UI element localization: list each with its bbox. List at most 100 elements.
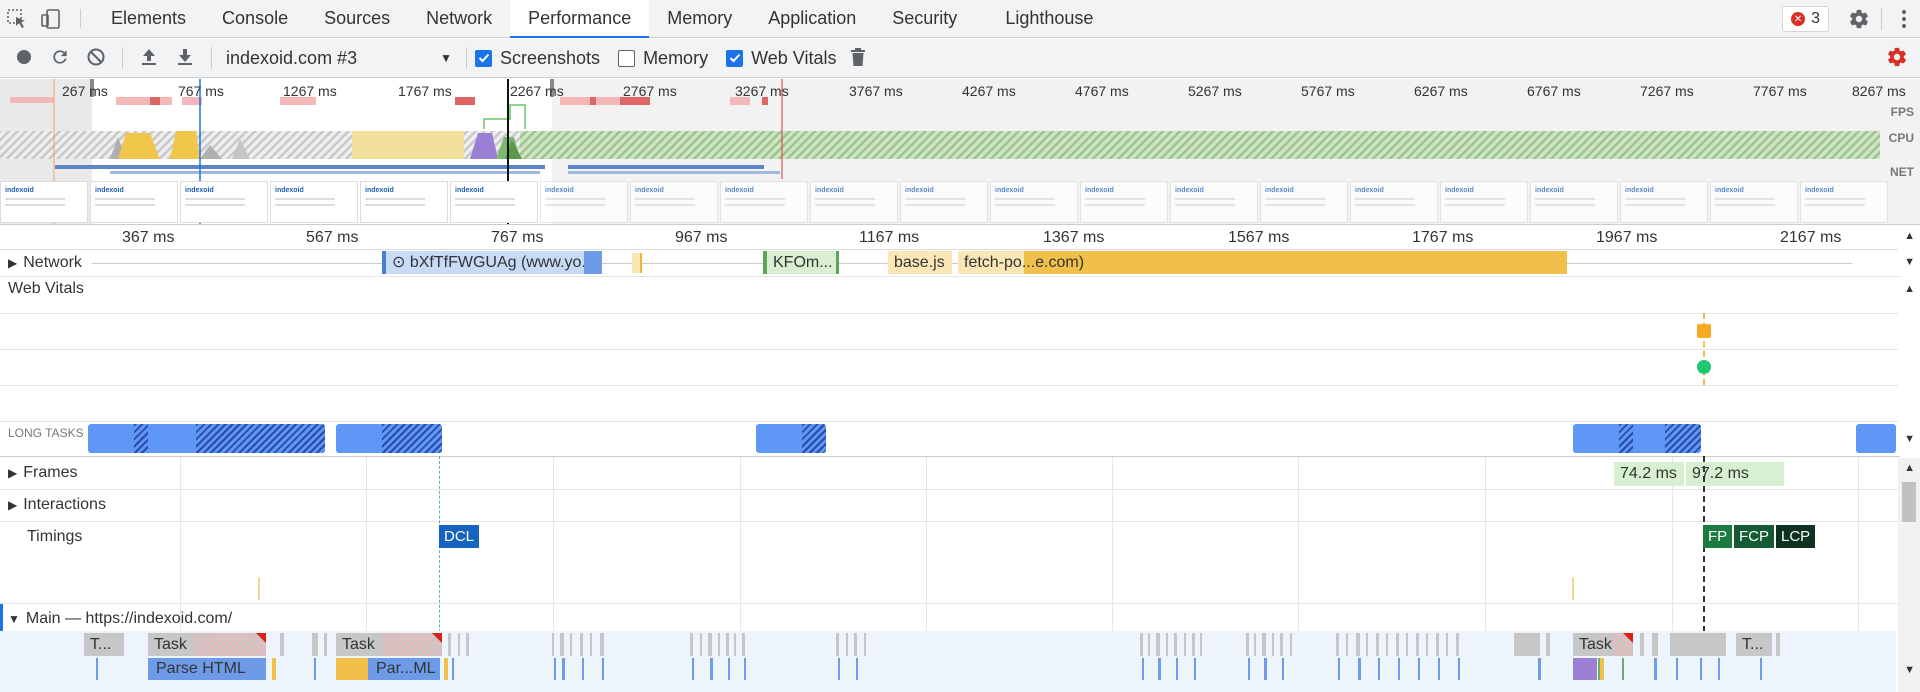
long-task-block[interactable] — [336, 424, 442, 453]
clear-button[interactable] — [78, 39, 114, 78]
track-label: Main — https://indexoid.com/ — [25, 610, 233, 627]
tab-lighthouse[interactable]: Lighthouse — [987, 0, 1111, 37]
scroll-down-icon[interactable]: ▼ — [1904, 433, 1915, 445]
network-track-toggle[interactable]: ▶ Network — [8, 254, 82, 272]
fp-timing[interactable]: FP — [1703, 525, 1733, 548]
flamechart-scrollbar[interactable]: ▲ ▼ — [1898, 458, 1920, 692]
screenshot-thumbnail[interactable]: indexoid — [1170, 181, 1258, 223]
long-task-block[interactable] — [88, 424, 325, 453]
network-request[interactable]: ⊙ bXfTfFWGUAg (www.yo... — [382, 251, 602, 274]
expand-triangle-icon: ▶ — [8, 466, 18, 480]
inspect-element-icon[interactable] — [0, 0, 34, 38]
screenshot-thumbnail[interactable]: indexoid — [450, 181, 538, 223]
fcp-timing[interactable]: FCP — [1734, 525, 1774, 548]
network-request[interactable]: KFOm... — [763, 251, 839, 274]
tab-console[interactable]: Console — [204, 0, 306, 37]
vitals-scrollbar[interactable]: ▲ ▼ — [1898, 277, 1920, 455]
track-divider — [0, 276, 1900, 277]
timeline-overview[interactable]: 267 ms 767 ms 1267 ms 1767 ms 2267 ms 27… — [0, 79, 1920, 225]
frame-block[interactable]: 74.2 ms — [1614, 462, 1684, 486]
network-request[interactable]: base.js — [888, 251, 952, 274]
error-count: 3 — [1811, 10, 1820, 27]
tab-label: Network — [426, 8, 493, 28]
thumbnail-text: indexoid — [905, 187, 934, 194]
scroll-up-icon[interactable]: ▲ — [1904, 230, 1915, 242]
scrollbar-thumb[interactable] — [1902, 482, 1916, 522]
error-icon: ✕ — [1791, 12, 1806, 26]
reload-profile-button[interactable] — [42, 39, 78, 78]
net-label: NET — [1890, 165, 1914, 179]
screenshot-thumbnail[interactable]: indexoid — [540, 181, 628, 223]
profile-select[interactable]: indexoid.com #3 ▼ — [220, 48, 458, 69]
interactions-track-toggle[interactable]: ▶ Interactions — [8, 496, 106, 514]
screenshot-thumbnail[interactable]: indexoid — [0, 181, 88, 223]
lcp-timing[interactable]: LCP — [1776, 525, 1816, 548]
long-task-block[interactable] — [1573, 424, 1701, 453]
track-divider — [0, 521, 1900, 522]
frames-track-toggle[interactable]: ▶ Frames — [8, 464, 77, 482]
download-icon — [176, 47, 194, 70]
network-request[interactable]: fetch-po...e.com) — [958, 251, 1098, 274]
garbage-collect-button[interactable] — [840, 39, 876, 78]
web-vitals-checkbox[interactable]: Web Vitals — [726, 48, 836, 69]
lcp-vital-marker[interactable] — [1697, 324, 1711, 338]
error-count-badge[interactable]: ✕ 3 — [1782, 6, 1829, 32]
network-request-label: KFOm... — [773, 254, 833, 271]
record-icon — [15, 48, 33, 69]
screenshot-thumbnail[interactable]: indexoid — [270, 181, 358, 223]
fps-label: FPS — [1890, 105, 1914, 119]
screenshot-thumbnail[interactable]: indexoid — [630, 181, 718, 223]
fcp-vital-marker[interactable] — [1697, 360, 1711, 374]
screenshot-thumbnail[interactable]: indexoid — [1530, 181, 1618, 223]
tab-application[interactable]: Application — [750, 0, 874, 37]
tab-label: Console — [222, 8, 289, 28]
network-request-small[interactable] — [632, 253, 642, 273]
tab-memory[interactable]: Memory — [649, 0, 750, 37]
record-button[interactable] — [6, 39, 42, 78]
long-tasks-label: LONG TASKS — [8, 426, 84, 440]
main-thread-track-toggle[interactable]: ▼ Main — https://indexoid.com/ — [8, 610, 232, 628]
screenshot-thumbnail[interactable]: indexoid — [1350, 181, 1438, 223]
settings-gear-icon[interactable] — [1843, 0, 1875, 38]
screenshot-thumbnail[interactable]: indexoid — [900, 181, 988, 223]
load-profile-button[interactable] — [131, 39, 167, 78]
more-vertical-icon[interactable] — [1888, 0, 1920, 38]
ruler-tick: 1367 ms — [1043, 229, 1105, 246]
scroll-down-icon[interactable]: ▼ — [1904, 664, 1915, 676]
screenshot-thumbnail[interactable]: indexoid — [90, 181, 178, 223]
collapse-triangle-icon: ▼ — [8, 612, 20, 626]
screenshots-checkbox[interactable]: Screenshots — [475, 48, 600, 69]
overview-tick: 8267 ms — [1852, 83, 1906, 99]
long-task-block[interactable] — [756, 424, 826, 453]
screenshot-thumbnail[interactable]: indexoid — [990, 181, 1078, 223]
dcl-timing[interactable]: DCL — [439, 525, 480, 548]
thumbnail-text: indexoid — [1535, 187, 1564, 194]
tab-network[interactable]: Network — [408, 0, 510, 37]
overview-tick: 2267 ms — [510, 83, 564, 99]
tab-elements[interactable]: Elements — [93, 0, 204, 37]
long-task-block[interactable] — [1856, 424, 1896, 453]
screenshot-thumbnail[interactable]: indexoid — [360, 181, 448, 223]
tab-security[interactable]: Security — [874, 0, 987, 37]
frame-block[interactable]: 97.2 ms — [1686, 462, 1784, 486]
tab-label: Lighthouse — [1005, 8, 1094, 28]
device-toolbar-icon[interactable] — [34, 0, 68, 38]
tab-sources[interactable]: Sources — [306, 0, 408, 37]
screenshot-thumbnail[interactable]: indexoid — [180, 181, 268, 223]
screenshot-thumbnail[interactable]: indexoid — [1260, 181, 1348, 223]
scroll-up-icon[interactable]: ▲ — [1904, 283, 1915, 295]
scroll-up-icon[interactable]: ▲ — [1904, 462, 1915, 474]
screenshot-thumbnail[interactable]: indexoid — [1800, 181, 1888, 223]
scroll-down-icon[interactable]: ▼ — [1904, 256, 1915, 268]
save-profile-button[interactable] — [167, 39, 203, 78]
screenshot-thumbnail[interactable]: indexoid — [1710, 181, 1798, 223]
screenshot-thumbnail[interactable]: indexoid — [1080, 181, 1168, 223]
screenshot-thumbnail[interactable]: indexoid — [1440, 181, 1528, 223]
capture-settings-button[interactable] — [1886, 39, 1908, 78]
memory-checkbox[interactable]: Memory — [618, 48, 708, 69]
screenshot-thumbnail[interactable]: indexoid — [720, 181, 808, 223]
tab-performance[interactable]: Performance — [510, 0, 650, 38]
screenshot-thumbnail[interactable]: indexoid — [1620, 181, 1708, 223]
screenshot-thumbnail[interactable]: indexoid — [810, 181, 898, 223]
ruler-tick: 2167 ms — [1780, 229, 1842, 246]
